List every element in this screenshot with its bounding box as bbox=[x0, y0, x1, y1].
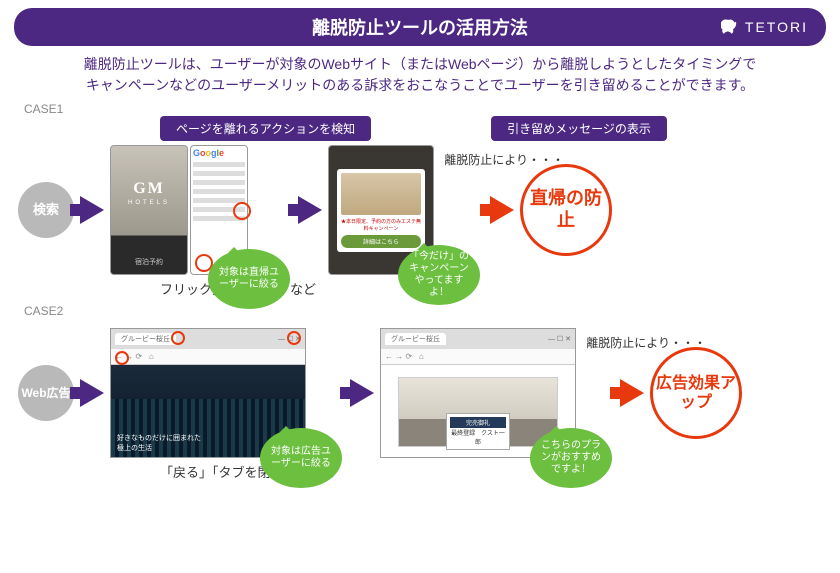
phone-bottombar: 宿泊予約 bbox=[111, 250, 187, 274]
case2-circle: Web広告 bbox=[18, 365, 74, 421]
arrow-icon bbox=[490, 196, 514, 224]
case1-circle: 検索 bbox=[18, 182, 74, 238]
case1-label: CASE1 bbox=[24, 102, 840, 116]
brand-icon bbox=[721, 18, 739, 36]
case2-row: Web広告 グルービー桜丘— ☐ ✕ ← → ⟳ ⌂ 好きなものだけに囲まれた … bbox=[18, 328, 830, 458]
step-headers: ページを離れるアクションを検知 引き留めメッセージの表示 bbox=[160, 116, 840, 141]
popup-image bbox=[341, 173, 421, 215]
case1-step2: 引き留めメッセージの表示 bbox=[491, 116, 667, 141]
arrow-icon bbox=[298, 196, 322, 224]
page-title: 離脱防止ツールの活用方法 bbox=[312, 14, 528, 40]
bubble-case1-b: 「今だけ」のキャンペーンやってますよ！ bbox=[398, 245, 480, 305]
hero-text: 好きなものだけに囲まれた 極上の生活 bbox=[117, 433, 201, 453]
case2-label: CASE2 bbox=[24, 304, 840, 318]
hero-text1: 好きなものだけに囲まれた bbox=[117, 433, 201, 443]
intro-line2: キャンペーンなどのユーザーメリットのある訴求をおこなうことでユーザーを引き留める… bbox=[20, 75, 820, 96]
overlay-body: 最終登録 クスト一郎 bbox=[450, 428, 505, 446]
popup-headline: ★本日限定、予約の方のみエステ無料キャンペーン bbox=[341, 218, 421, 232]
arrow-icon bbox=[620, 379, 644, 407]
hero-text2: 極上の生活 bbox=[117, 443, 201, 453]
intro-text: 離脱防止ツールは、ユーザーが対象のWebサイト（またはWebページ）から離脱しよ… bbox=[20, 54, 820, 96]
highlight-ring-icon bbox=[287, 331, 301, 345]
phone-sub: HOTELS bbox=[111, 200, 187, 206]
highlight-ring-icon bbox=[233, 202, 251, 220]
bubble-case2-a: 対象は広告ユーザーに絞る bbox=[260, 428, 342, 488]
case1-step1: ページを離れるアクションを検知 bbox=[160, 116, 371, 141]
case2-lead: 離脱防止により・・・ bbox=[586, 334, 706, 351]
highlight-ring-icon bbox=[171, 331, 185, 345]
case2-result: 広告効果アップ bbox=[650, 347, 742, 439]
arrow-icon bbox=[80, 196, 104, 224]
popup-cta: 詳細はこちら bbox=[341, 235, 421, 248]
arrow-icon bbox=[350, 379, 374, 407]
highlight-ring-icon bbox=[115, 351, 129, 365]
bubble-case1-a: 対象は直帰ユーザーに絞る bbox=[208, 249, 290, 309]
phone-logo: GM bbox=[111, 180, 187, 198]
browser-tab: グルービー桜丘 bbox=[385, 333, 446, 345]
popup-card: ★本日限定、予約の方のみエステ無料キャンペーン 詳細はこちら bbox=[337, 169, 425, 252]
overlay-card: 完売御礼 最終登録 クスト一郎 bbox=[446, 413, 509, 450]
brand-text: TETORI bbox=[745, 19, 808, 35]
case1-result: 直帰の防止 bbox=[520, 164, 612, 256]
case1-row: 検索 GM HOTELS 宿泊予約 Google 対象は直帰ユーザーに絞る ★本… bbox=[18, 145, 830, 275]
title-bar: 離脱防止ツールの活用方法 TETORI bbox=[14, 8, 826, 46]
room-image: 完売御礼 最終登録 クスト一郎 bbox=[398, 377, 558, 447]
case1-lead: 離脱防止により・・・ bbox=[444, 151, 564, 168]
phone-mock: GM HOTELS 宿泊予約 bbox=[110, 145, 188, 275]
bubble-case2-b: こちらのプランがおすすめですよ！ bbox=[530, 428, 612, 488]
arrow-icon bbox=[80, 379, 104, 407]
overlay-heading: 完売御礼 bbox=[450, 417, 505, 428]
brand: TETORI bbox=[721, 18, 808, 36]
intro-line1: 離脱防止ツールは、ユーザーが対象のWebサイト（またはWebページ）から離脱しよ… bbox=[20, 54, 820, 75]
google-logo: Google bbox=[193, 148, 245, 158]
browser-tab: グルービー桜丘 bbox=[115, 333, 176, 345]
